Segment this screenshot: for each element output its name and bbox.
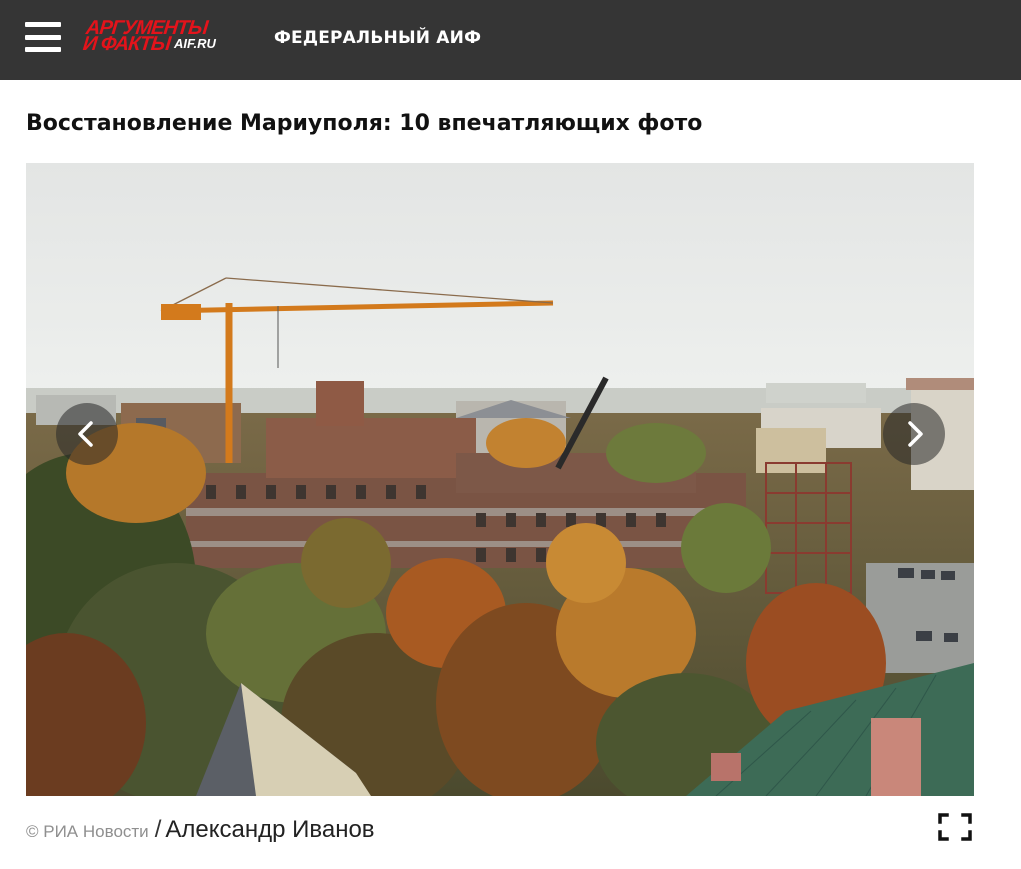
photo-credit-source: © РИА Новости [26, 822, 149, 841]
gallery-prev-button[interactable] [56, 403, 118, 465]
site-header: АРГУМЕНТЫ И ФАКТЫ AIF.RU ФЕДЕРАЛЬНЫЙ АИФ [0, 0, 1021, 80]
gallery-photo [26, 163, 974, 796]
logo-line-2: И ФАКТЫ [81, 33, 172, 55]
fullscreen-corners-icon [938, 813, 972, 841]
gallery-next-button[interactable] [883, 403, 945, 465]
site-logo[interactable]: АРГУМЕНТЫ И ФАКТЫ AIF.RU [81, 17, 233, 57]
menu-bar [25, 47, 61, 52]
chevron-right-icon [908, 421, 923, 447]
photo-caption: © РИА Новости / Александр Иванов [26, 814, 375, 846]
chevron-left-icon [78, 421, 93, 447]
credit-separator: / [154, 816, 162, 843]
menu-bar [25, 34, 61, 40]
menu-bar [25, 22, 61, 27]
logo-site-name: AIF.RU [174, 36, 216, 51]
hamburger-menu-icon[interactable] [25, 22, 61, 52]
photo-gallery [26, 163, 974, 796]
article-title: Восстановление Мариуполя: 10 впечатляющи… [26, 111, 703, 136]
photo-credit-author: Александр Иванов [165, 816, 375, 843]
section-federal-link[interactable]: ФЕДЕРАЛЬНЫЙ АИФ [274, 26, 481, 50]
fullscreen-button[interactable] [937, 812, 973, 842]
